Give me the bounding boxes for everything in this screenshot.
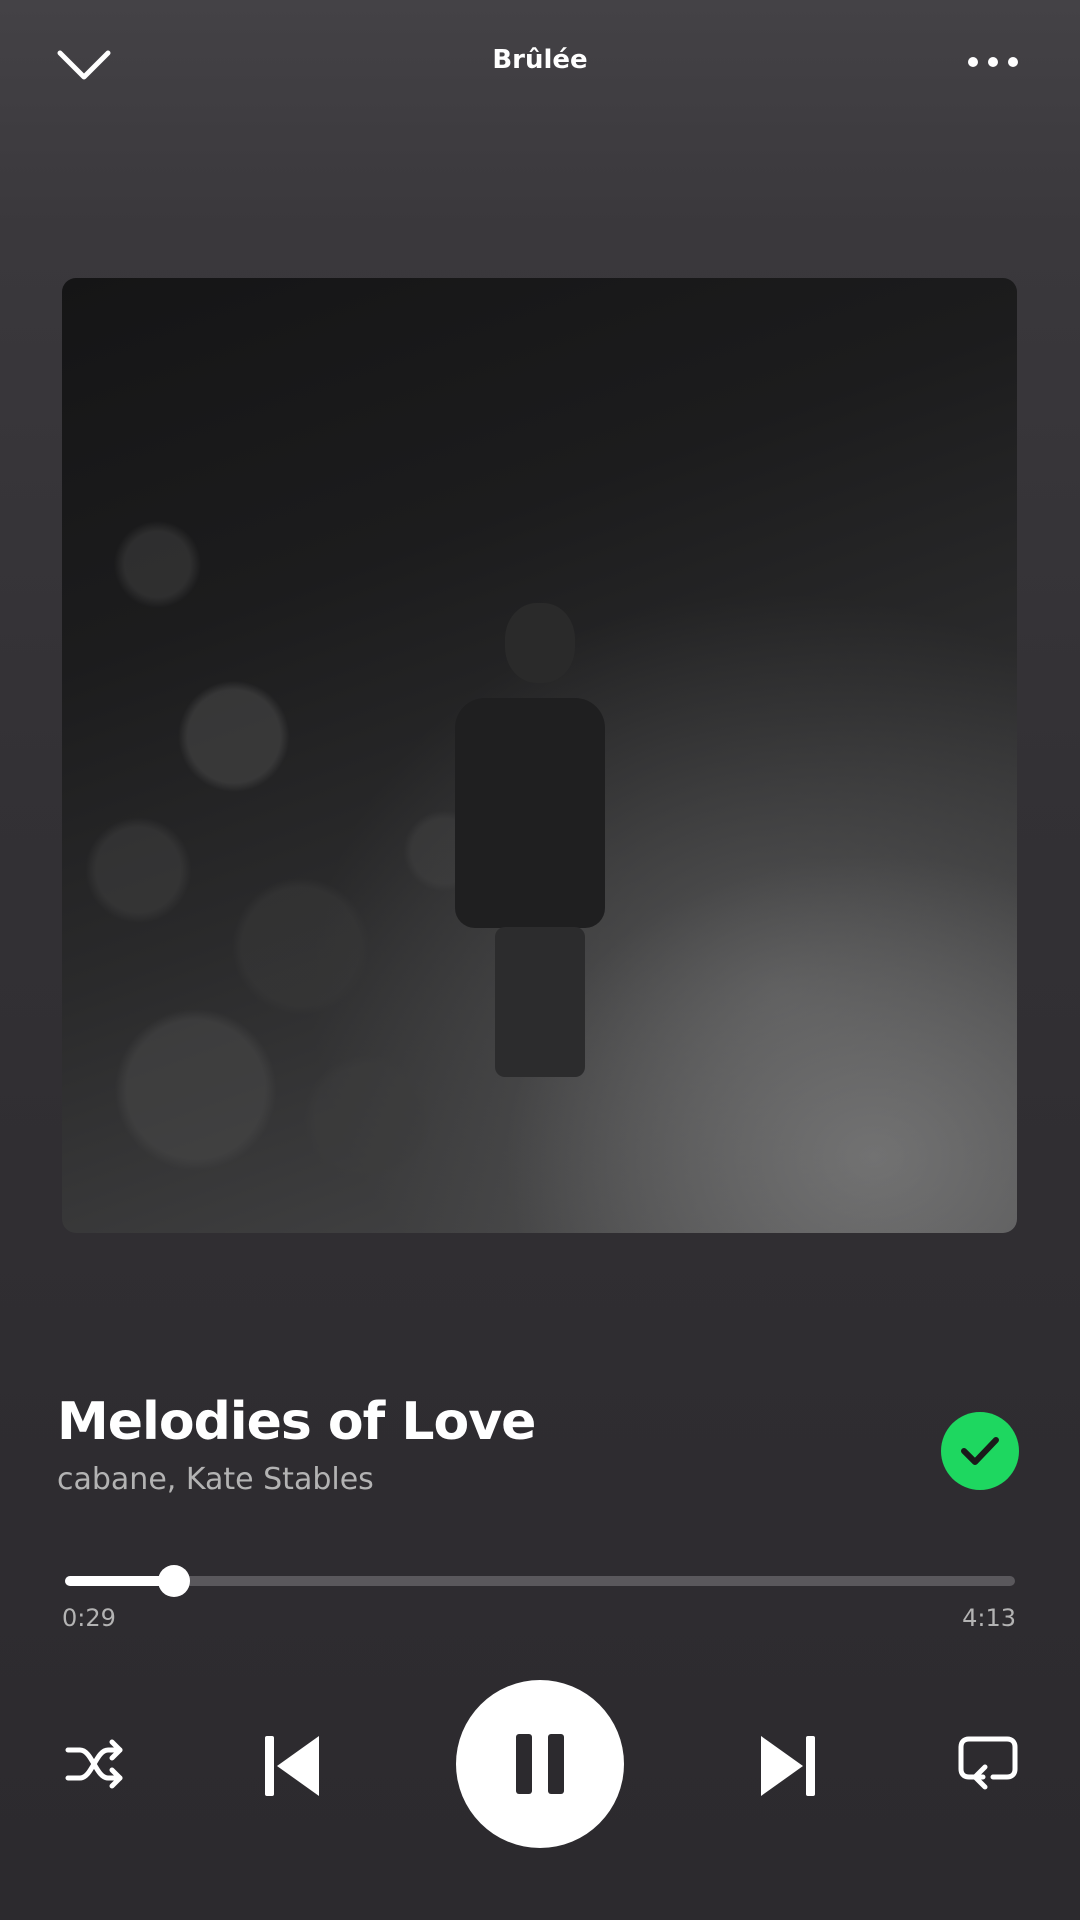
progress-bar[interactable] bbox=[65, 1565, 1015, 1597]
chevron-down-icon bbox=[57, 50, 111, 80]
pause-icon bbox=[516, 1734, 564, 1794]
repeat-button[interactable] bbox=[950, 1731, 1026, 1797]
shuffle-button[interactable] bbox=[58, 1733, 132, 1795]
artwork-figure-legs bbox=[494, 927, 585, 1078]
liked-button[interactable] bbox=[941, 1412, 1019, 1490]
shuffle-icon bbox=[65, 1739, 123, 1789]
pause-button[interactable] bbox=[456, 1680, 624, 1848]
elapsed-time: 0:29 bbox=[62, 1604, 116, 1632]
next-button[interactable] bbox=[748, 1726, 828, 1806]
progress-handle[interactable] bbox=[157, 1565, 190, 1597]
skip-previous-icon bbox=[265, 1736, 319, 1796]
album-artwork bbox=[62, 278, 1017, 1233]
skip-next-icon bbox=[761, 1736, 815, 1796]
more-horizontal-icon bbox=[968, 57, 1018, 67]
playlist-title: Brûlée bbox=[492, 45, 588, 75]
total-time: 4:13 bbox=[962, 1604, 1016, 1632]
check-icon bbox=[961, 1437, 999, 1465]
track-title[interactable]: Melodies of Love bbox=[57, 1390, 857, 1454]
more-options-button[interactable] bbox=[960, 44, 1026, 80]
track-artist[interactable]: cabane, Kate Stables bbox=[57, 1460, 857, 1500]
artwork-figure bbox=[504, 602, 575, 683]
artwork-figure-body bbox=[454, 698, 605, 929]
repeat-icon bbox=[958, 1736, 1018, 1790]
collapse-button[interactable] bbox=[52, 40, 116, 90]
previous-button[interactable] bbox=[252, 1726, 332, 1806]
